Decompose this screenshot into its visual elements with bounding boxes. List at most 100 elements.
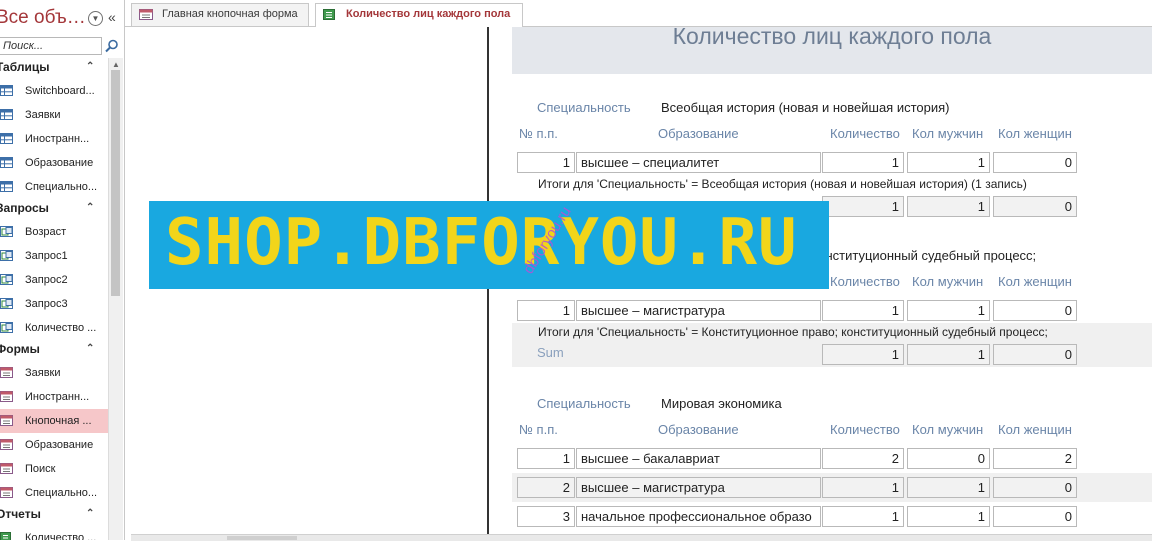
nav-item[interactable]: Иностранн...	[0, 385, 108, 409]
total-count: 1	[822, 344, 904, 365]
nav-search-input[interactable]: Поиск...	[0, 37, 102, 55]
header-men: Кол мужчин	[912, 422, 984, 437]
cell-count: 1	[822, 152, 904, 173]
report-icon	[0, 532, 11, 540]
nav-scroll-thumb[interactable]	[111, 70, 120, 296]
nav-group-label: Запросы	[0, 201, 49, 215]
cell-education: высшее – специалитет	[576, 152, 821, 173]
form-icon	[0, 391, 13, 402]
watermark-text: SHOP.DBFORYOU.RU	[165, 206, 798, 280]
cell-women: 0	[993, 300, 1077, 321]
nav-item-label: Специально...	[25, 487, 98, 499]
cell-women: 0	[993, 477, 1077, 498]
nav-item[interactable]: Запрос1	[0, 244, 108, 268]
header-num: № п.п.	[519, 422, 558, 437]
tab-main-form[interactable]: Главная кнопочная форма	[131, 3, 309, 26]
nav-item-label: Иностранн...	[25, 391, 90, 403]
query-icon	[0, 274, 13, 285]
horizontal-scroll-thumb[interactable]	[227, 536, 297, 540]
nav-item[interactable]: Количество ...	[0, 526, 108, 540]
nav-item[interactable]: Иностранн...	[0, 127, 108, 151]
nav-scrollbar[interactable]: ▲	[108, 58, 123, 540]
sum-label: Sum	[537, 345, 564, 360]
nav-item[interactable]: Возраст	[0, 220, 108, 244]
nav-item-label: Образование	[25, 157, 94, 169]
query-icon	[0, 322, 13, 333]
nav-group-queries[interactable]: Запросы ⌃	[0, 199, 108, 220]
header-education: Образование	[658, 422, 739, 437]
scroll-up-icon[interactable]: ▲	[112, 60, 120, 69]
nav-item[interactable]: Заявки	[0, 361, 108, 385]
nav-group-label: Отчеты	[0, 507, 41, 521]
table-icon	[0, 181, 13, 192]
chevron-up-icon[interactable]: ⌃	[86, 505, 94, 523]
form-icon	[0, 487, 13, 498]
total-count: 1	[822, 196, 904, 217]
header-count: Количество	[830, 274, 900, 289]
form-icon	[139, 9, 153, 20]
nav-item[interactable]: Запрос3	[0, 292, 108, 316]
cell-count: 2	[822, 448, 904, 469]
nav-item-label: Switchboard...	[25, 85, 95, 97]
nav-item[interactable]: Специально...	[0, 481, 108, 505]
nav-item-label: Запрос3	[25, 298, 68, 310]
nav-item[interactable]: Switchboard...	[0, 79, 108, 103]
tab-report[interactable]: Количество лиц каждого пола	[315, 3, 523, 27]
query-icon	[0, 298, 13, 309]
nav-item[interactable]: Образование	[0, 151, 108, 175]
cell-count: 1	[822, 477, 904, 498]
cell-education: начальное профессиональное образо	[576, 506, 821, 527]
total-women: 0	[993, 196, 1077, 217]
nav-item[interactable]: Запрос2	[0, 268, 108, 292]
specialty-label: Специальность	[537, 396, 631, 411]
nav-title[interactable]: Все объ…	[0, 7, 86, 29]
table-icon	[0, 85, 13, 96]
cell-num: 1	[517, 448, 575, 469]
chevron-up-icon[interactable]: ⌃	[86, 199, 94, 217]
header-education: Образование	[658, 126, 739, 141]
nav-item-label: Возраст	[25, 226, 67, 238]
nav-collapse-icon[interactable]: «	[108, 9, 116, 25]
cell-women: 2	[993, 448, 1077, 469]
nav-group-reports[interactable]: Отчеты ⌃	[0, 505, 108, 526]
nav-item-label: Запрос2	[25, 274, 68, 286]
nav-group-forms[interactable]: Формы ⌃	[0, 340, 108, 361]
cell-women: 0	[993, 506, 1077, 527]
nav-group-tables[interactable]: Таблицы ⌃	[0, 58, 108, 79]
report-icon	[323, 9, 335, 20]
cell-men: 0	[907, 448, 990, 469]
nav-item-label: Образование	[25, 439, 94, 451]
nav-menu-dropdown-icon[interactable]: ▼	[88, 11, 103, 26]
chevron-up-icon[interactable]: ⌃	[86, 340, 94, 358]
header-women: Кол женщин	[998, 422, 1072, 437]
chevron-up-icon[interactable]: ⌃	[86, 58, 94, 76]
cell-education: высшее – магистратура	[576, 477, 821, 498]
header-men: Кол мужчин	[912, 126, 984, 141]
form-icon	[0, 463, 13, 474]
specialty-value: Мировая экономика	[661, 396, 782, 411]
nav-item-label: Количество ...	[25, 322, 97, 334]
nav-object-list: Таблицы ⌃ Switchboard... Заявки Иностранн...…	[0, 58, 108, 540]
cell-education: высшее – магистратура	[576, 300, 821, 321]
nav-item-label: Заявки	[25, 109, 61, 121]
nav-item[interactable]: Специально...	[0, 175, 108, 199]
nav-item-label: Количество ...	[25, 532, 97, 540]
totals-text: Итоги для 'Специальность' = Всеобщая ист…	[538, 177, 1027, 191]
navigation-pane: Все объ… ▼ « Поиск... Таблицы ⌃ Switchboar…	[0, 0, 125, 540]
nav-item[interactable]: Заявки	[0, 103, 108, 127]
cell-women: 0	[993, 152, 1077, 173]
cell-num: 3	[517, 506, 575, 527]
nav-item[interactable]: Поиск	[0, 457, 108, 481]
watermark-banner: SHOP.DBFORYOU.RU	[149, 201, 829, 289]
nav-item[interactable]: Количество ...	[0, 316, 108, 340]
search-icon[interactable]	[104, 38, 120, 54]
report-title: Количество лиц каждого пола	[672, 27, 992, 49]
header-men: Кол мужчин	[912, 274, 984, 289]
nav-group-label: Таблицы	[0, 60, 50, 74]
nav-item[interactable]: Образование	[0, 433, 108, 457]
nav-item[interactable]: Кнопочная ...	[0, 409, 108, 433]
header-women: Кол женщин	[998, 274, 1072, 289]
nav-item-label: Иностранн...	[25, 133, 90, 145]
total-men: 1	[907, 196, 990, 217]
specialty-label: Специальность	[537, 100, 631, 115]
